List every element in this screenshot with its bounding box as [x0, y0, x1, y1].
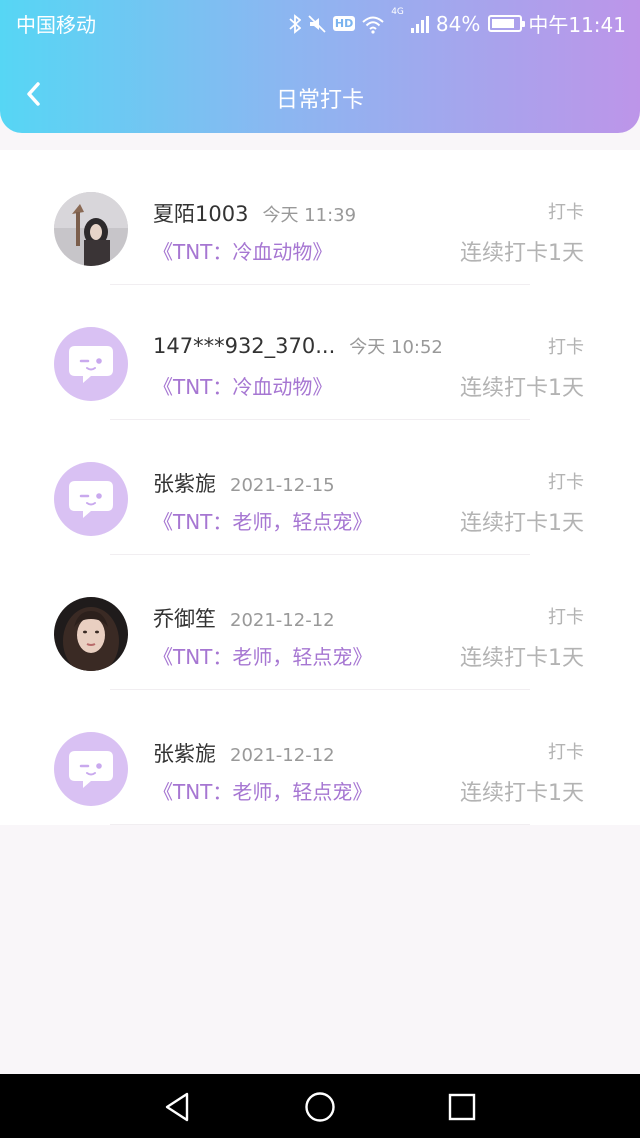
system-nav-bar [0, 1074, 640, 1138]
back-triangle-icon [165, 1092, 189, 1122]
checkin-time: 今天 11:39 [262, 205, 357, 226]
checkin-time: 今天 10:52 [349, 337, 443, 358]
avatar[interactable] [54, 597, 128, 671]
streak-text: 连续打卡1天 [460, 781, 584, 806]
list-item[interactable]: 乔御笙 2021-12-12 《TNT：老师，轻点宠》 打卡 连续打卡1天 [0, 555, 640, 690]
book-title-link[interactable]: 《TNT：冷血动物》 [153, 236, 332, 265]
chat-bubble-icon [69, 481, 113, 518]
chat-bubble-icon [69, 751, 113, 788]
book-title-link[interactable]: 《TNT：老师，轻点宠》 [153, 776, 372, 805]
user-name-text: 张紫旎 [153, 472, 216, 496]
home-circle-icon [305, 1092, 335, 1122]
checkin-time: 2021-12-12 [230, 745, 335, 766]
divider [110, 824, 530, 825]
user-name: 张紫旎 2021-12-12 [153, 738, 335, 768]
carrier-name: 中国移动 [16, 13, 96, 37]
user-name-text: 张紫旎 [153, 742, 216, 766]
book-title-link[interactable]: 《TNT：老师，轻点宠》 [153, 506, 372, 535]
streak-text: 连续打卡1天 [460, 511, 584, 536]
wifi-icon [361, 14, 385, 34]
list-item[interactable]: 夏陌1003 今天 11:39 《TNT：冷血动物》 打卡 连续打卡1天 [0, 150, 640, 285]
checkin-tag: 打卡 [548, 337, 584, 358]
status-icons: HD 4G 84% 中午11:41 [289, 7, 626, 38]
battery-percent: 84% [435, 11, 481, 36]
chat-bubble-icon [69, 346, 113, 383]
signal-icon [410, 15, 430, 33]
book-title-link[interactable]: 《TNT：老师，轻点宠》 [153, 641, 372, 670]
user-name: 张紫旎 2021-12-15 [153, 468, 335, 498]
checkin-tag: 打卡 [548, 472, 584, 493]
header: 中国移动 HD 4G 84% 中午11:41 日常打卡 [0, 0, 640, 133]
book-title-link[interactable]: 《TNT：冷血动物》 [153, 371, 332, 400]
clock: 中午11:41 [528, 13, 626, 37]
list-item[interactable]: 147***932_370... 今天 10:52 《TNT：冷血动物》 打卡 连… [0, 285, 640, 420]
checkin-tag: 打卡 [548, 742, 584, 763]
checkin-tag: 打卡 [548, 202, 584, 223]
streak-text: 连续打卡1天 [460, 646, 584, 671]
recents-square-icon [448, 1093, 476, 1121]
streak-text: 连续打卡1天 [460, 241, 584, 266]
list-item[interactable]: 张紫旎 2021-12-12 《TNT：老师，轻点宠》 打卡 连续打卡1天 [0, 690, 640, 825]
avatar[interactable] [54, 462, 128, 536]
user-name: 乔御笙 2021-12-12 [153, 603, 335, 633]
network-type: 4G [391, 7, 404, 17]
status-bar: 中国移动 HD 4G 84% 中午11:41 [0, 0, 640, 44]
checkin-tag: 打卡 [548, 607, 584, 628]
avatar[interactable] [54, 192, 128, 266]
user-name: 夏陌1003 今天 11:39 [153, 198, 356, 228]
bluetooth-icon [289, 13, 301, 34]
nav-bar: 日常打卡 [0, 60, 640, 132]
mute-icon [307, 14, 327, 34]
avatar[interactable] [54, 327, 128, 401]
checkin-time: 2021-12-12 [230, 610, 335, 631]
battery-level [492, 19, 515, 28]
user-name-text: 乔御笙 [153, 607, 216, 631]
system-back-button[interactable] [160, 1090, 194, 1124]
user-name: 147***932_370... 今天 10:52 [153, 333, 443, 359]
checkin-list: 夏陌1003 今天 11:39 《TNT：冷血动物》 打卡 连续打卡1天 147*… [0, 150, 640, 825]
hd-badge: HD [332, 16, 356, 31]
system-recents-button[interactable] [445, 1090, 479, 1124]
avatar[interactable] [54, 732, 128, 806]
checkin-time: 2021-12-15 [230, 475, 335, 496]
page-title: 日常打卡 [275, 88, 364, 113]
system-home-button[interactable] [303, 1090, 337, 1124]
user-name-text: 147***932_370... [153, 334, 336, 358]
list-item[interactable]: 张紫旎 2021-12-15 《TNT：老师，轻点宠》 打卡 连续打卡1天 [0, 420, 640, 555]
streak-text: 连续打卡1天 [460, 376, 584, 401]
battery-icon [488, 15, 526, 32]
user-name-text: 夏陌1003 [153, 202, 249, 226]
